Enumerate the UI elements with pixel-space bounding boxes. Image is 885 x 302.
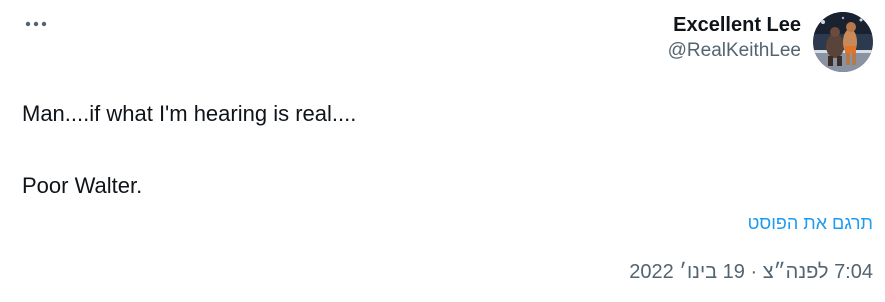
more-options-button[interactable]	[22, 12, 50, 36]
tweet-author: Excellent Lee @RealKeithLee	[668, 12, 873, 72]
tweet-timestamp[interactable]: 7:04 לפנה״צ · 19 בינו׳ 2022	[629, 258, 873, 286]
wrestler-avatar-icon	[813, 12, 873, 72]
more-horizontal-icon	[25, 21, 47, 27]
author-names: Excellent Lee @RealKeithLee	[668, 12, 801, 64]
avatar[interactable]	[813, 12, 873, 72]
tweet-text-line-2: Poor Walter.	[22, 173, 143, 198]
author-handle[interactable]: @RealKeithLee	[668, 38, 801, 64]
tweet-text-line-1: Man....if what I'm hearing is real....	[22, 101, 357, 126]
tweet-text: Man....if what I'm hearing is real.... P…	[22, 98, 356, 202]
translate-post-link[interactable]: תרגם את הפוסט	[748, 210, 873, 236]
author-display-name[interactable]: Excellent Lee	[673, 12, 801, 38]
